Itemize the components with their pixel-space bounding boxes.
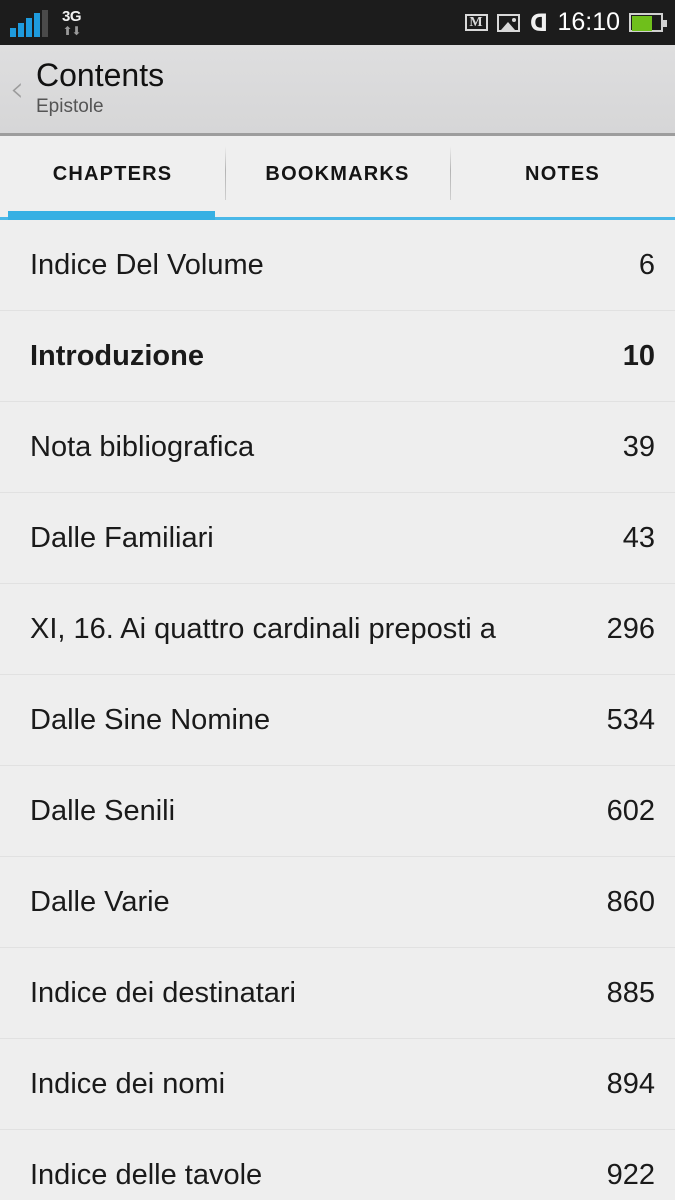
chapter-row[interactable]: Indice dei nomi 894	[0, 1039, 675, 1130]
tab-bookmarks[interactable]: BOOKMARKS	[225, 136, 450, 220]
tab-notes-label: NOTES	[525, 162, 600, 185]
chapter-page-number: 894	[606, 1067, 655, 1100]
gmail-glyph: M	[469, 14, 483, 30]
gmail-icon: M	[464, 14, 488, 31]
battery-icon	[629, 13, 667, 32]
tab-notes[interactable]: NOTES	[450, 136, 675, 220]
signal-bars-icon	[10, 10, 48, 37]
chapter-page-number: 10	[622, 339, 655, 372]
back-chevron-icon[interactable]: ‹	[0, 72, 34, 108]
chapter-title: XI, 16. Ai quattro cardinali preposti a	[30, 612, 496, 645]
app-header: ‹ Contents Epistole	[0, 45, 675, 136]
chapter-page-number: 39	[622, 430, 655, 463]
chapter-title: Introduzione	[30, 339, 204, 372]
chapter-page-number: 922	[606, 1158, 655, 1191]
chapter-row[interactable]: Introduzione 10	[0, 311, 675, 402]
chapter-row[interactable]: Dalle Varie 860	[0, 857, 675, 948]
chapter-title: Nota bibliografica	[30, 430, 255, 463]
chapter-row[interactable]: XI, 16. Ai quattro cardinali preposti a 2…	[0, 584, 675, 675]
data-transfer-arrows-icon: ⬆⬇	[62, 24, 81, 38]
tab-chapters-label: CHAPTERS	[52, 162, 173, 185]
chapter-page-number: 43	[622, 521, 655, 554]
status-bar-left: 3G ⬆⬇	[10, 0, 82, 45]
chapter-row[interactable]: Dalle Sine Nomine 534	[0, 675, 675, 766]
page-subtitle: Epistole	[36, 96, 104, 118]
status-bar-clock: 16:10	[557, 8, 620, 36]
status-bar: 3G ⬆⬇ M ᗡ 16:10	[0, 0, 675, 45]
tab-active-indicator	[8, 211, 215, 220]
chapter-page-number: 602	[606, 794, 655, 827]
network-type-label: 3G	[62, 8, 82, 25]
header-text-block: Contents Epistole	[34, 56, 165, 119]
tab-bookmarks-label: BOOKMARKS	[265, 162, 410, 185]
chapter-title: Indice dei nomi	[30, 1067, 226, 1100]
chapter-title: Dalle Varie	[30, 885, 170, 918]
chapter-page-number: 885	[606, 976, 655, 1009]
gallery-image-icon	[496, 13, 520, 32]
tab-chapters[interactable]: CHAPTERS	[0, 136, 225, 220]
status-bar-right: M ᗡ 16:10	[464, 8, 667, 37]
chapter-title: Dalle Familiari	[30, 521, 214, 554]
chapter-title: Dalle Sine Nomine	[30, 703, 271, 736]
chapter-title: Indice Del Volume	[30, 248, 264, 281]
chapter-title: Dalle Senili	[30, 794, 176, 827]
page-title: Contents	[36, 56, 165, 93]
chapter-title: Indice dei destinatari	[30, 976, 296, 1009]
chapter-row[interactable]: Dalle Familiari 43	[0, 493, 675, 584]
chapter-page-number: 534	[606, 703, 655, 736]
chapter-row[interactable]: Indice Del Volume 6	[0, 220, 675, 311]
chapters-list[interactable]: Indice Del Volume 6 Introduzione 10 Nota bib…	[0, 220, 675, 1200]
chapter-row[interactable]: Dalle Senili 602	[0, 766, 675, 857]
tab-bar: CHAPTERS BOOKMARKS NOTES	[0, 136, 675, 220]
chapter-page-number: 296	[606, 612, 655, 645]
chapter-page-number: 860	[606, 885, 655, 918]
swirl-sync-icon: ᗡ	[529, 8, 548, 37]
chapter-page-number: 6	[638, 248, 655, 281]
chapter-title: Indice delle tavole	[30, 1158, 263, 1191]
chapter-row[interactable]: Indice delle tavole 922	[0, 1130, 675, 1200]
chapter-row[interactable]: Nota bibliografica 39	[0, 402, 675, 493]
chapter-row[interactable]: Indice dei destinatari 885	[0, 948, 675, 1039]
network-type-indicator: 3G ⬆⬇	[62, 8, 82, 38]
